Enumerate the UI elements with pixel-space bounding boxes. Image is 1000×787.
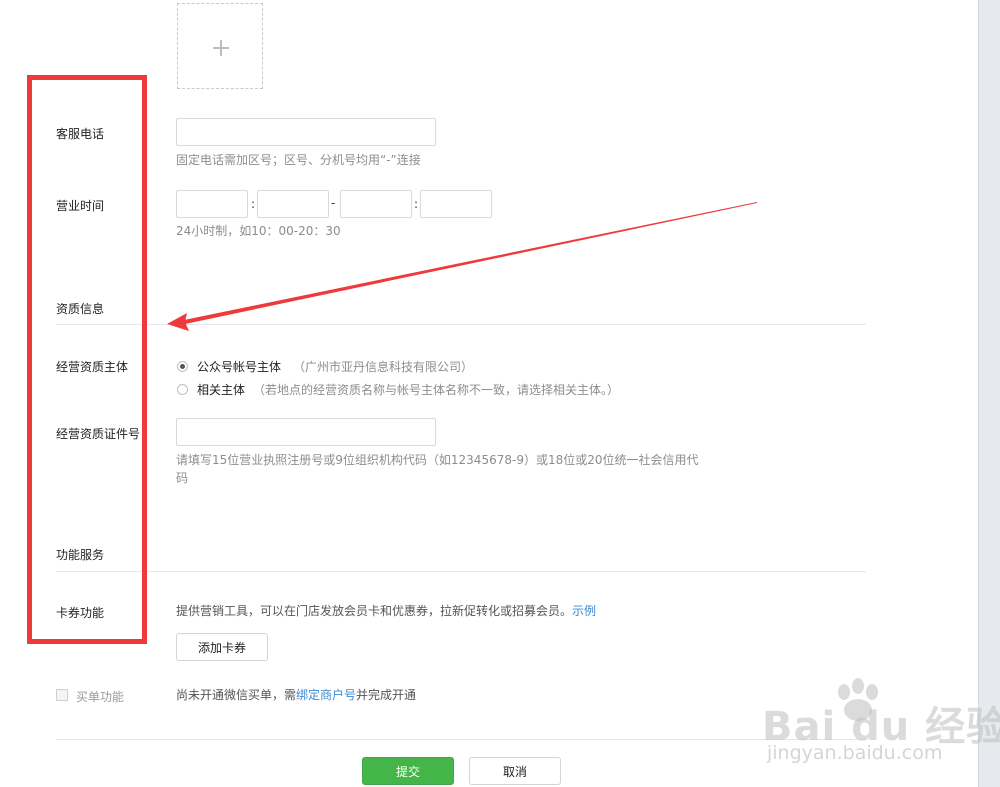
radio-account-subject[interactable] <box>177 361 188 372</box>
plus-icon <box>213 40 229 56</box>
buy-desc-prefix: 尚未开通微信买单，需 <box>176 688 297 702</box>
image-upload-box[interactable] <box>177 3 263 89</box>
end-hour-input[interactable] <box>340 190 412 218</box>
services-divider <box>56 571 866 572</box>
radio-related-subject[interactable] <box>177 384 188 395</box>
business-hours-hint: 24小时制，如10：00-20：30 <box>176 224 341 238</box>
qualification-cert-hint-line2: 码 <box>176 471 189 485</box>
footer-divider <box>56 739 866 740</box>
cancel-button[interactable]: 取消 <box>469 757 561 785</box>
radio-related-subject-label[interactable]: 相关主体 <box>197 381 245 398</box>
page-scrollbar[interactable] <box>978 0 1000 787</box>
qualification-divider <box>56 324 866 325</box>
end-minute-input[interactable] <box>420 190 492 218</box>
card-example-link[interactable]: 示例 <box>572 604 596 618</box>
time-colon-separator-2: : <box>414 197 419 211</box>
qualification-cert-input[interactable] <box>176 418 436 446</box>
start-minute-input[interactable] <box>257 190 329 218</box>
submit-button[interactable]: 提交 <box>362 757 454 785</box>
qualification-cert-hint-line1: 请填写15位营业执照注册号或9位组织机构代码（如12345678-9）或18位或… <box>176 453 699 467</box>
time-range-dash: - <box>331 196 336 210</box>
start-hour-input[interactable] <box>176 190 248 218</box>
buy-feature-checkbox[interactable] <box>56 689 68 701</box>
buy-feature-description: 尚未开通微信买单，需绑定商户号并完成开通 <box>176 686 416 704</box>
card-feature-description: 提供营销工具，可以在门店发放会员卡和优惠券，拉新促转化或招募会员。示例 <box>176 602 596 620</box>
time-colon-separator: : <box>251 197 256 211</box>
card-feature-desc-text: 提供营销工具，可以在门店发放会员卡和优惠券，拉新促转化或招募会员。 <box>176 604 573 618</box>
account-subject-company-note: （广州市亚丹信息科技有限公司） <box>293 360 474 374</box>
watermark-url-text: jingyan.baidu.com <box>767 742 943 764</box>
related-subject-note: （若地点的经营资质名称与帐号主体名称不一致，请选择相关主体。） <box>253 383 620 397</box>
buy-feature-label: 买单功能 <box>76 690 125 704</box>
buy-desc-suffix: 并完成开通 <box>356 688 417 702</box>
bind-merchant-link[interactable]: 绑定商户号 <box>296 688 356 702</box>
radio-account-subject-label[interactable]: 公众号帐号主体 <box>197 358 281 375</box>
annotation-red-frame <box>27 75 147 644</box>
customer-phone-input[interactable] <box>176 118 436 146</box>
customer-phone-hint: 固定电话需加区号；区号、分机号均用“-”连接 <box>176 153 421 167</box>
add-card-button[interactable]: 添加卡券 <box>176 633 268 661</box>
